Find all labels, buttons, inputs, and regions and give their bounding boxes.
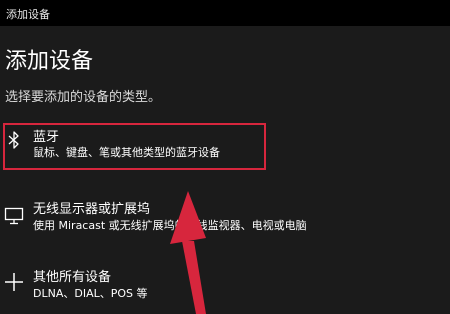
add-device-dialog: 添加设备 选择要添加的设备的类型。 蓝牙 鼠标、键盘、笔或其他类型的蓝牙设备 无… (0, 26, 450, 314)
other-devices-option[interactable]: 其他所有设备 DLNA、DIAL、POS 等 (0, 262, 300, 312)
plus-icon (4, 272, 24, 292)
highlight-box (3, 123, 266, 170)
wireless-display-option-description: 使用 Miracast 或无线扩展坞的无线监视器、电视或电脑 (33, 219, 307, 232)
page-subtitle: 选择要添加的设备的类型。 (5, 90, 162, 105)
title-bar: 添加设备 (0, 0, 450, 26)
wireless-display-option[interactable]: 无线显示器或扩展坞 使用 Miracast 或无线扩展坞的无线监视器、电视或电脑 (0, 194, 307, 244)
wireless-display-option-title: 无线显示器或扩展坞 (33, 202, 151, 217)
page-title: 添加设备 (5, 49, 94, 74)
monitor-icon (4, 206, 24, 226)
other-devices-option-description: DLNA、DIAL、POS 等 (33, 287, 148, 300)
other-devices-option-title: 其他所有设备 (33, 270, 112, 285)
window-title: 添加设备 (6, 8, 50, 21)
